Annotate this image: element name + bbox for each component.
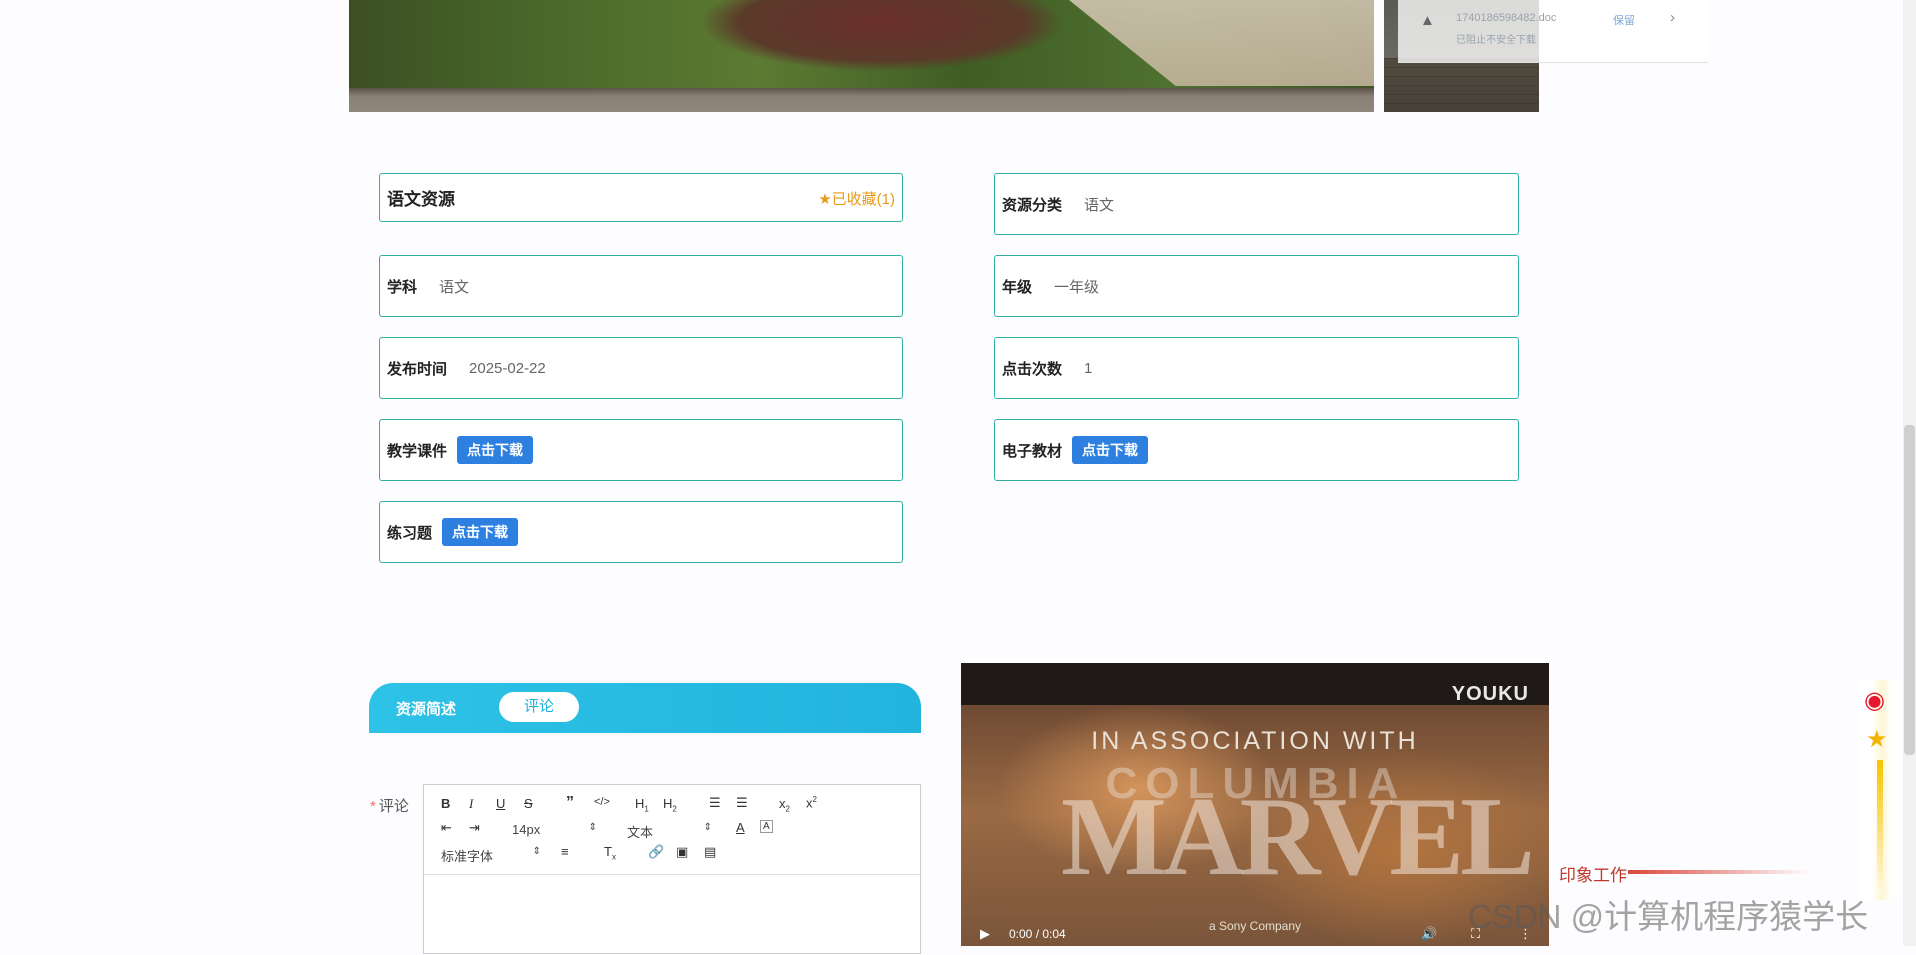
text-type-value: 文本 xyxy=(627,825,654,840)
subject-value: 语文 xyxy=(439,278,470,296)
clicks-label: 点击次数 xyxy=(1002,360,1063,378)
font-size-value: 14px xyxy=(512,822,541,837)
background-color-icon[interactable]: A xyxy=(760,820,773,833)
weibo-icon[interactable]: ◉ xyxy=(1864,686,1885,715)
select-arrow-icon: ⇕ xyxy=(703,822,712,833)
bold-icon[interactable]: B xyxy=(441,796,450,811)
select-arrow-icon: ⇕ xyxy=(532,846,541,857)
courseware-download-button[interactable]: 点击下载 xyxy=(457,436,534,464)
subject-label: 学科 xyxy=(387,278,418,296)
resource-title-box: 语文资源 ★已收藏(1) xyxy=(379,173,903,222)
ordered-list-icon[interactable]: ☰ xyxy=(709,795,721,811)
publish-time-value: 2025-02-22 xyxy=(469,359,546,377)
required-mark: * xyxy=(370,798,376,815)
youku-logo: YOUKU xyxy=(1451,683,1529,705)
warning-icon: ▲ xyxy=(1420,12,1435,29)
grade-field: 年级 一年级 xyxy=(994,255,1519,317)
strikethrough-icon[interactable]: S xyxy=(524,796,533,811)
code-icon[interactable]: </> xyxy=(594,796,610,808)
category-value: 语文 xyxy=(1084,196,1115,214)
resource-title: 语文资源 xyxy=(387,190,455,209)
favorite-label: 已收藏(1) xyxy=(831,191,895,208)
category-label: 资源分类 xyxy=(1002,196,1063,214)
qzone-star-icon[interactable]: ★ xyxy=(1866,725,1888,754)
category-field: 资源分类 语文 xyxy=(994,173,1519,235)
exercise-field: 练习题 点击下载 xyxy=(379,501,903,563)
grade-value: 一年级 xyxy=(1054,278,1100,296)
download-file-name: 1740186598482.doc xyxy=(1456,12,1557,24)
download-status-text: 已阻止不安全下载 xyxy=(1456,35,1536,46)
csdn-watermark: CSDN @计算机程序猿学长 xyxy=(1468,898,1869,935)
superscript-icon[interactable]: x2 xyxy=(806,795,817,810)
clicks-field: 点击次数 1 xyxy=(994,337,1519,399)
publish-time-field: 发布时间 2025-02-22 xyxy=(379,337,903,399)
clear-format-icon[interactable]: Tx xyxy=(604,844,616,862)
share-glow xyxy=(1877,760,1883,890)
textbook-label: 电子教材 xyxy=(1002,442,1063,460)
play-icon[interactable]: ▶ xyxy=(980,926,990,942)
heading1-icon[interactable]: H1 xyxy=(635,796,649,814)
heading2-icon[interactable]: H2 xyxy=(663,796,677,814)
comment-label-text: 评论 xyxy=(378,798,409,815)
clicks-value: 1 xyxy=(1084,359,1093,377)
select-arrow-icon: ⇕ xyxy=(588,822,597,833)
font-color-icon[interactable]: A xyxy=(736,820,745,835)
banner-image xyxy=(349,0,1374,112)
video-controls: ▶ 0:00 / 0:04 🔊 ⛶ ⋮ xyxy=(961,926,1549,946)
font-family-select[interactable]: 标准字体 ⇕ xyxy=(441,846,541,865)
video-marvel-logo: MARVEL xyxy=(1061,775,1535,899)
textbook-download-button[interactable]: 点击下载 xyxy=(1072,436,1149,464)
editor-text-area[interactable] xyxy=(424,875,920,955)
text-type-select[interactable]: 文本 ⇕ xyxy=(627,822,712,841)
subscript-icon[interactable]: x2 xyxy=(779,796,790,814)
editor-toolbar: B I U S ” </> H1 H2 ☰ ☰ x2 x2 ⇤ ⇥ 14px ⇕ … xyxy=(424,785,920,875)
publish-time-label: 发布时间 xyxy=(387,360,448,378)
video-icon[interactable]: ▤ xyxy=(704,844,716,860)
download-notification[interactable]: ▲ 1740186598482.doc 已阻止不安全下载 保留 › xyxy=(1398,0,1708,63)
grade-label: 年级 xyxy=(1002,278,1033,296)
courseware-field: 教学课件 点击下载 xyxy=(379,419,903,481)
video-player[interactable]: YOUKU IN ASSOCIATION WITH COLUMBIA MARVE… xyxy=(961,663,1549,946)
font-family-value: 标准字体 xyxy=(441,849,494,864)
favorite-button[interactable]: ★已收藏(1) xyxy=(818,188,895,209)
textbook-field: 电子教材 点击下载 xyxy=(994,419,1519,481)
link-icon[interactable]: 🔗 xyxy=(648,844,664,860)
indent-icon[interactable]: ⇥ xyxy=(469,820,480,836)
comment-editor: B I U S ” </> H1 H2 ☰ ☰ x2 x2 ⇤ ⇥ 14px ⇕ … xyxy=(423,784,921,954)
chevron-right-icon[interactable]: › xyxy=(1670,9,1675,26)
underline-icon[interactable]: U xyxy=(496,796,505,811)
content-tab-bar: 资源简述 评论 xyxy=(369,683,921,733)
exercise-label: 练习题 xyxy=(387,524,433,542)
tab-comment[interactable]: 评论 xyxy=(499,692,579,722)
volume-icon[interactable]: 🔊 xyxy=(1421,926,1437,942)
font-size-select[interactable]: 14px ⇕ xyxy=(512,822,597,837)
image-icon[interactable]: ▣ xyxy=(676,844,688,860)
align-left-icon[interactable]: ≡ xyxy=(561,844,569,859)
yinxiang-underline xyxy=(1628,870,1808,874)
courseware-label: 教学课件 xyxy=(387,442,448,460)
keep-button[interactable]: 保留 xyxy=(1613,12,1635,28)
italic-icon[interactable]: I xyxy=(469,796,473,812)
tab-summary[interactable]: 资源简述 xyxy=(396,698,456,719)
video-caption: IN ASSOCIATION WITH xyxy=(1091,727,1419,755)
bullet-list-icon[interactable]: ☰ xyxy=(736,795,748,811)
comment-label: * 评论 xyxy=(370,795,409,816)
yinxiang-label: 印象工作 xyxy=(1559,866,1627,885)
video-time: 0:00 / 0:04 xyxy=(1009,927,1066,941)
subject-field: 学科 语文 xyxy=(379,255,903,317)
scrollbar-thumb[interactable] xyxy=(1904,425,1915,755)
blockquote-icon[interactable]: ” xyxy=(566,794,574,812)
outdent-icon[interactable]: ⇤ xyxy=(441,820,452,836)
exercise-download-button[interactable]: 点击下载 xyxy=(442,518,519,546)
star-icon: ★ xyxy=(818,191,832,208)
